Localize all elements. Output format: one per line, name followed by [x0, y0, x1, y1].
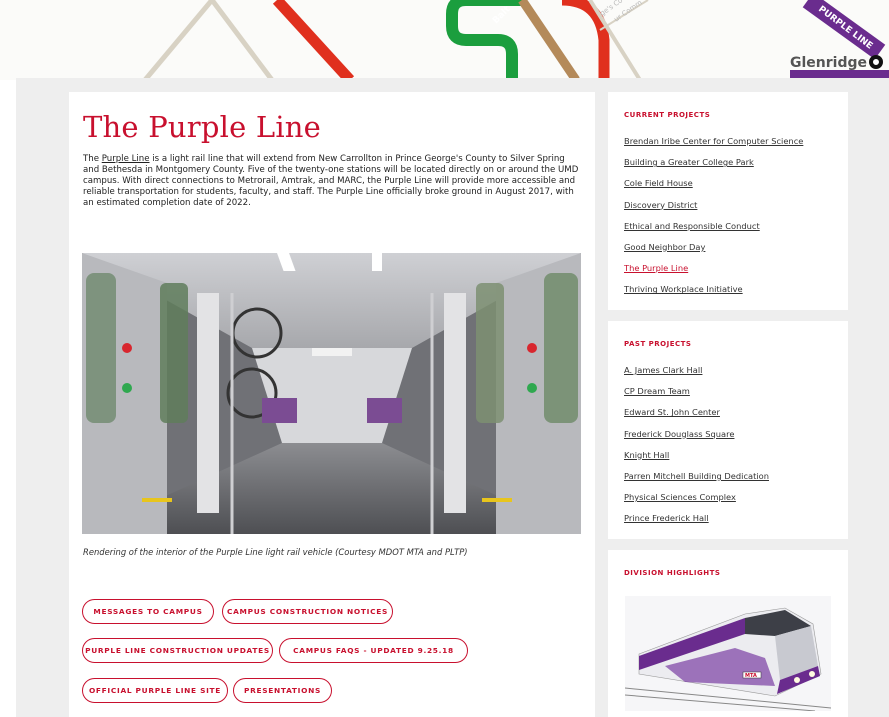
station-label-glenridge: Glenridge	[790, 55, 867, 71]
station-marker-icon	[869, 55, 883, 69]
map-line-brown	[518, 0, 580, 80]
train-interior-photo	[82, 253, 581, 534]
list-item: Building a Greater College Park	[624, 150, 803, 171]
page-title: The Purple Line	[83, 110, 322, 144]
list-item: A. James Clark Hall	[624, 358, 769, 379]
purple-line-label: PURPLE LINE	[816, 4, 874, 51]
list-item: Physical Sciences Complex	[624, 485, 769, 506]
past-projects-card: PAST PROJECTS A. James Clark Hall CP Dre…	[608, 321, 848, 539]
main-content: The Purple Line The Purple Line is a lig…	[69, 92, 595, 717]
project-link[interactable]: Good Neighbor Day	[624, 242, 705, 252]
presentations-button[interactable]: PRESENTATIONS	[233, 678, 332, 703]
map-line-gray-2	[210, 0, 274, 80]
list-item: Brendan Iribe Center for Computer Scienc…	[624, 129, 803, 150]
current-projects-heading: CURRENT PROJECTS	[624, 111, 711, 119]
list-item: Discovery District	[624, 193, 803, 214]
list-item: Edward St. John Center	[624, 400, 769, 421]
campus-construction-notices-button[interactable]: CAMPUS CONSTRUCTION NOTICES	[222, 599, 393, 624]
project-link[interactable]: Edward St. John Center	[624, 407, 720, 417]
project-link[interactable]: Brendan Iribe Center for Computer Scienc…	[624, 136, 803, 146]
project-link[interactable]: Discovery District	[624, 200, 697, 210]
project-link[interactable]: Building a Greater College Park	[624, 157, 754, 167]
intro-before: The	[83, 154, 102, 164]
project-link[interactable]: Frederick Douglass Square	[624, 429, 734, 439]
project-link-active[interactable]: The Purple Line	[624, 263, 688, 273]
purple-line-construction-updates-button[interactable]: PURPLE LINE CONSTRUCTION UPDATES	[82, 638, 273, 663]
project-link[interactable]: Prince Frederick Hall	[624, 513, 709, 523]
messages-to-campus-button[interactable]: MESSAGES TO CAMPUS	[82, 599, 214, 624]
transit-map-graphic: ge's Co ur Comm Balt PURPLE LINE	[143, 0, 889, 80]
purple-line-link[interactable]: Purple Line	[102, 154, 150, 164]
tram-mta-label: MTA	[745, 673, 757, 679]
list-item: Ethical and Responsible Conduct	[624, 214, 803, 235]
project-link[interactable]: Physical Sciences Complex	[624, 492, 736, 502]
list-item: Frederick Douglass Square	[624, 422, 769, 443]
project-link[interactable]: Thriving Workplace Initiative	[624, 284, 743, 294]
project-link[interactable]: Ethical and Responsible Conduct	[624, 221, 760, 231]
list-item: Thriving Workplace Initiative	[624, 277, 803, 298]
list-item: Parren Mitchell Building Dedication	[624, 464, 769, 485]
map-line-red	[272, 0, 355, 80]
map-label-balt: Balt	[491, 4, 513, 26]
division-highlights-card: DIVISION HIGHLIGHTS MTA	[608, 550, 848, 717]
tram-illustration: MTA	[625, 596, 831, 711]
project-link[interactable]: Cole Field House	[624, 178, 693, 188]
list-item: CP Dream Team	[624, 379, 769, 400]
list-item: Knight Hall	[624, 443, 769, 464]
division-highlights-heading: DIVISION HIGHLIGHTS	[624, 569, 721, 577]
current-projects-card: CURRENT PROJECTS Brendan Iribe Center fo…	[608, 92, 848, 310]
campus-faqs-button[interactable]: CAMPUS FAQS - UPDATED 9.25.18	[279, 638, 468, 663]
purple-line-tram-image[interactable]: MTA	[625, 596, 831, 711]
map-line-gray	[143, 0, 214, 80]
project-link[interactable]: Knight Hall	[624, 450, 669, 460]
current-projects-list: Brendan Iribe Center for Computer Scienc…	[624, 129, 803, 299]
intro-paragraph: The Purple Line is a light rail line tha…	[83, 154, 579, 209]
map-line-green	[446, 0, 525, 80]
project-link[interactable]: CP Dream Team	[624, 386, 690, 396]
list-item: The Purple Line	[624, 256, 803, 277]
past-projects-heading: PAST PROJECTS	[624, 340, 692, 348]
intro-after: is a light rail line that will extend fr…	[83, 154, 579, 208]
project-link[interactable]: A. James Clark Hall	[624, 365, 702, 375]
list-item: Good Neighbor Day	[624, 235, 803, 256]
header-map-banner: ge's Co ur Comm Balt PURPLE LINE Glenrid…	[0, 0, 889, 80]
list-item: Prince Frederick Hall	[624, 506, 769, 527]
project-link[interactable]: Parren Mitchell Building Dedication	[624, 471, 769, 481]
train-interior-illustration	[82, 253, 581, 534]
official-purple-line-site-button[interactable]: OFFICIAL PURPLE LINE SITE	[82, 678, 228, 703]
past-projects-list: A. James Clark Hall CP Dream Team Edward…	[624, 358, 769, 528]
photo-caption: Rendering of the interior of the Purple …	[83, 547, 468, 557]
list-item: Cole Field House	[624, 171, 803, 192]
